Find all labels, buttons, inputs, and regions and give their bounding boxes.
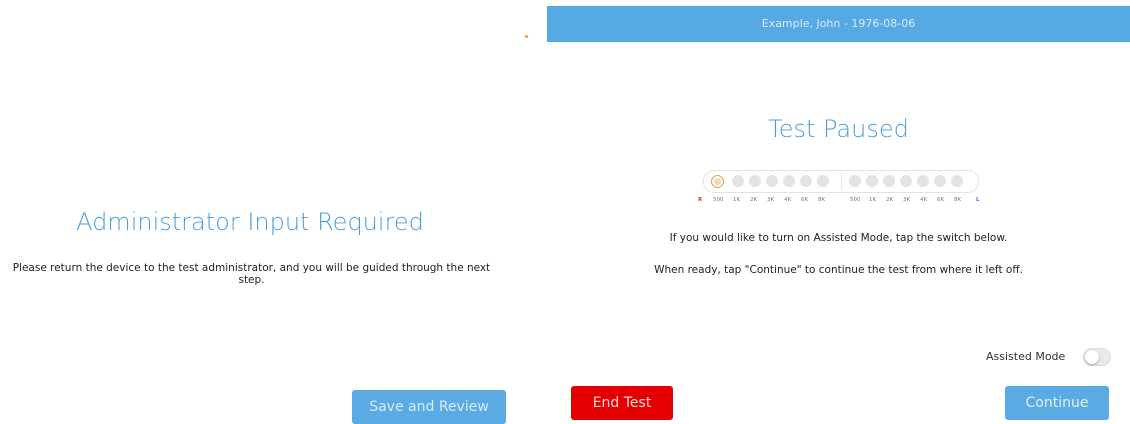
freq-label: 500 xyxy=(850,197,861,203)
left-ear-label: L xyxy=(976,197,980,203)
progress-pip xyxy=(849,175,861,187)
progress-pip xyxy=(783,175,795,187)
progress-pip xyxy=(800,175,812,187)
test-paused-title: Test Paused xyxy=(768,115,909,143)
admin-input-message: Please return the device to the test adm… xyxy=(12,262,491,286)
progress-pip xyxy=(732,175,744,187)
right-ear-label: R xyxy=(698,197,703,203)
progress-pip xyxy=(951,175,963,187)
assisted-mode-label: Assisted Mode xyxy=(986,350,1066,363)
freq-label: 4K xyxy=(784,197,792,203)
freq-label: 4K xyxy=(920,197,928,203)
toggle-knob xyxy=(1085,350,1099,364)
status-dot xyxy=(525,35,528,38)
freq-label: 1K xyxy=(869,197,877,203)
patient-name-label: Example, John - 1976-08-06 xyxy=(761,17,916,30)
progress-pip xyxy=(934,175,946,187)
freq-label: 3K xyxy=(767,197,775,203)
progress-pip xyxy=(900,175,912,187)
progress-pip xyxy=(866,175,878,187)
ear-separator xyxy=(841,173,842,190)
assisted-mode-instructions: If you would like to turn on Assisted Mo… xyxy=(669,232,1008,244)
test-progress-track xyxy=(703,170,979,193)
progress-pip xyxy=(883,175,895,187)
freq-label: 8K xyxy=(954,197,962,203)
progress-pip xyxy=(766,175,778,187)
save-and-review-button[interactable]: Save and Review xyxy=(352,390,506,424)
progress-pip-current xyxy=(711,174,724,188)
assisted-mode-toggle[interactable] xyxy=(1083,348,1111,366)
freq-label: 2K xyxy=(750,197,758,203)
end-test-button[interactable]: End Test xyxy=(571,386,673,420)
freq-label: 6K xyxy=(937,197,945,203)
freq-label: 2K xyxy=(886,197,894,203)
continue-button[interactable]: Continue xyxy=(1005,386,1109,420)
freq-label: 1K xyxy=(733,197,741,203)
continue-instructions: When ready, tap "Continue" to continue t… xyxy=(654,264,1023,276)
freq-label: 8K xyxy=(818,197,826,203)
progress-pip xyxy=(749,175,761,187)
progress-pip xyxy=(917,175,929,187)
admin-input-title: Administrator Input Required xyxy=(76,208,424,236)
progress-pip xyxy=(817,175,829,187)
freq-label: 500 xyxy=(713,197,724,203)
patient-header-bar: Example, John - 1976-08-06 xyxy=(547,6,1130,42)
freq-label: 3K xyxy=(903,197,911,203)
freq-label: 6K xyxy=(801,197,809,203)
